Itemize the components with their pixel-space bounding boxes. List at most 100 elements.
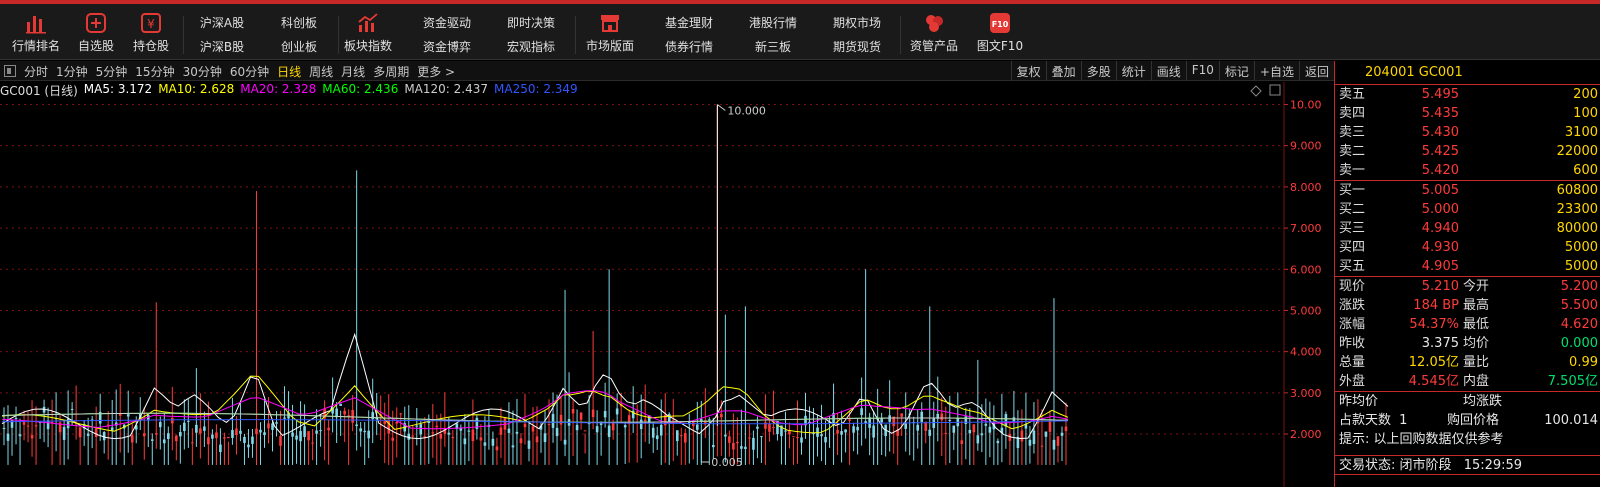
asset-products-button[interactable]: 资管产品 xyxy=(904,10,964,58)
fund-finance-link[interactable]: 基金理财 xyxy=(665,14,713,31)
period-tab[interactable]: 多周期 xyxy=(373,63,409,80)
candle-body xyxy=(615,408,619,415)
period-tab[interactable]: 日线 xyxy=(277,63,301,80)
futures-spot-link[interactable]: 期货现货 xyxy=(833,38,881,55)
quote-value: 5.210 xyxy=(1421,279,1459,294)
chart-tool-button[interactable]: 标记 xyxy=(1218,61,1254,81)
macro-index-link[interactable]: 宏观指标 xyxy=(507,38,555,55)
orderbook-row[interactable]: 卖四 5.435 100 xyxy=(1335,104,1600,123)
candle-body xyxy=(279,436,282,446)
candle-body xyxy=(724,434,727,437)
candle-body xyxy=(928,429,932,436)
sector-index-button[interactable]: 板块指数 xyxy=(338,10,398,58)
candle-body xyxy=(179,432,182,437)
orderbook-row[interactable]: 买三 4.940 80000 xyxy=(1335,219,1600,238)
quote-panel: 204001 GC001 卖五 5.495 200 卖四 5.435 100 卖三 5.430… xyxy=(1334,61,1600,487)
orderbook-row[interactable]: 卖五 5.495 200 xyxy=(1335,85,1600,104)
candle-body xyxy=(70,408,74,410)
candle-body xyxy=(86,433,90,436)
candlestick-chart[interactable]: 10.00 9.000 8.000 7.000 6.000 5.000 4.000 3.000… xyxy=(0,82,1334,487)
candle-body xyxy=(94,428,98,437)
quote-row: 总量 12.05亿 量比 0.99 xyxy=(1335,353,1600,372)
sh-sz-b-link[interactable]: 沪深B股 xyxy=(200,38,244,55)
candle-body xyxy=(319,430,322,432)
candle-body xyxy=(467,430,471,432)
period-tab[interactable]: 分时 xyxy=(24,63,48,80)
candle-body xyxy=(836,429,839,434)
avg-price-row: 昨均价 均涨跌 xyxy=(1335,392,1600,411)
ma-line xyxy=(1,419,1069,425)
ranking-button[interactable]: 行情排名 xyxy=(6,10,66,58)
holdings-button[interactable]: ¥ 持仓股 xyxy=(121,10,181,58)
candle-body xyxy=(868,417,871,428)
candle-body xyxy=(363,430,366,433)
candle-body xyxy=(1056,436,1060,446)
bond-quote-link[interactable]: 债券行情 xyxy=(665,38,713,55)
orderbook-row[interactable]: 买五 4.905 5000 xyxy=(1335,257,1600,276)
watchlist-button[interactable]: 自选股 xyxy=(66,10,126,58)
fund-game-link[interactable]: 资金博弈 xyxy=(423,38,471,55)
hk-quote-link[interactable]: 港股行情 xyxy=(749,14,797,31)
period-tab[interactable]: 月线 xyxy=(341,63,365,80)
period-tab[interactable]: 30分钟 xyxy=(183,63,222,80)
chart-tool-button[interactable]: F10 xyxy=(1185,61,1219,81)
quote-row: 外盘 4.545亿 内盘 7.505亿 xyxy=(1335,372,1600,391)
f10-button[interactable]: F10 图文F10 xyxy=(970,10,1030,58)
period-tab[interactable]: 1分钟 xyxy=(56,63,88,80)
quote-value: 4.620 xyxy=(1560,317,1598,332)
price-tick-label: 4.000 xyxy=(1290,346,1322,359)
candle-body xyxy=(14,417,18,419)
chart-tool-button[interactable]: 多股 xyxy=(1080,61,1116,81)
candle-body xyxy=(587,423,591,425)
candle-body xyxy=(251,436,254,444)
candle-body xyxy=(355,424,358,427)
quote-label: 涨跌 xyxy=(1339,298,1366,313)
period-tab[interactable]: 5分钟 xyxy=(96,63,128,80)
candle-body xyxy=(948,420,952,422)
chart-tool-button[interactable]: 返回 xyxy=(1298,61,1334,81)
candle-body xyxy=(307,431,310,441)
period-tab[interactable]: 60分钟 xyxy=(230,63,269,80)
candle-body xyxy=(423,436,427,438)
sh-sz-a-link[interactable]: 沪深A股 xyxy=(200,14,244,31)
candle-body xyxy=(844,429,847,433)
ma-legend-item: MA120: 2.437 xyxy=(404,82,489,96)
chart-tool-button[interactable]: +自选 xyxy=(1253,61,1299,81)
options-market-link[interactable]: 期权市场 xyxy=(833,14,881,31)
quote-row: 涨跌 184 BP 最高 5.500 xyxy=(1335,296,1600,315)
candle-body xyxy=(728,436,731,443)
orderbook-row[interactable]: 买二 5.000 23300 xyxy=(1335,200,1600,219)
chart-tool-button[interactable]: 统计 xyxy=(1115,61,1151,81)
orderbook-row[interactable]: 买四 4.930 5000 xyxy=(1335,238,1600,257)
chart-tool-button[interactable]: 叠加 xyxy=(1045,61,1081,81)
candle-body xyxy=(920,411,924,422)
orderbook-row[interactable]: 买一 5.005 60800 xyxy=(1335,181,1600,200)
chinext-link[interactable]: 创业板 xyxy=(281,38,317,55)
market-layout-button[interactable]: 市场版面 xyxy=(580,10,640,58)
orderbook-row[interactable]: 卖一 5.420 600 xyxy=(1335,161,1600,180)
star-market-link[interactable]: 科创板 xyxy=(281,14,317,31)
chart-tool-button[interactable]: 画线 xyxy=(1150,61,1186,81)
trading-status-row: 交易状态: 闭市阶段 15:29:59 xyxy=(1335,455,1600,475)
main-toolbar: 行情排名 自选股 ¥ 持仓股 沪深A股 沪深B股 科创板 创业板 板块指数 资金… xyxy=(0,4,1600,60)
panel-toggle-icon[interactable] xyxy=(4,65,16,77)
candle-body xyxy=(199,428,202,434)
candle-body xyxy=(34,425,38,427)
neeq-link[interactable]: 新三板 xyxy=(755,38,791,55)
period-tab[interactable]: 15分钟 xyxy=(135,63,174,80)
toolbar-divider xyxy=(900,16,901,54)
period-tab[interactable]: 更多 > xyxy=(417,63,455,80)
instant-decision-link[interactable]: 即时决策 xyxy=(507,14,555,31)
security-title: 204001 GC001 xyxy=(1335,61,1600,85)
orderbook-row[interactable]: 卖二 5.425 22000 xyxy=(1335,142,1600,161)
level-price: 5.425 xyxy=(1421,144,1459,159)
chart-tool-button[interactable]: 复权 xyxy=(1010,61,1046,81)
fund-drive-link[interactable]: 资金驱动 xyxy=(423,14,471,31)
candle-body xyxy=(655,435,659,440)
f10-label: 图文F10 xyxy=(976,39,1024,53)
candle-body xyxy=(359,428,362,432)
days-label: 占款天数 xyxy=(1339,413,1392,428)
candle-body xyxy=(623,425,627,428)
orderbook-row[interactable]: 卖三 5.430 3100 xyxy=(1335,123,1600,142)
period-tab[interactable]: 周线 xyxy=(309,63,333,80)
